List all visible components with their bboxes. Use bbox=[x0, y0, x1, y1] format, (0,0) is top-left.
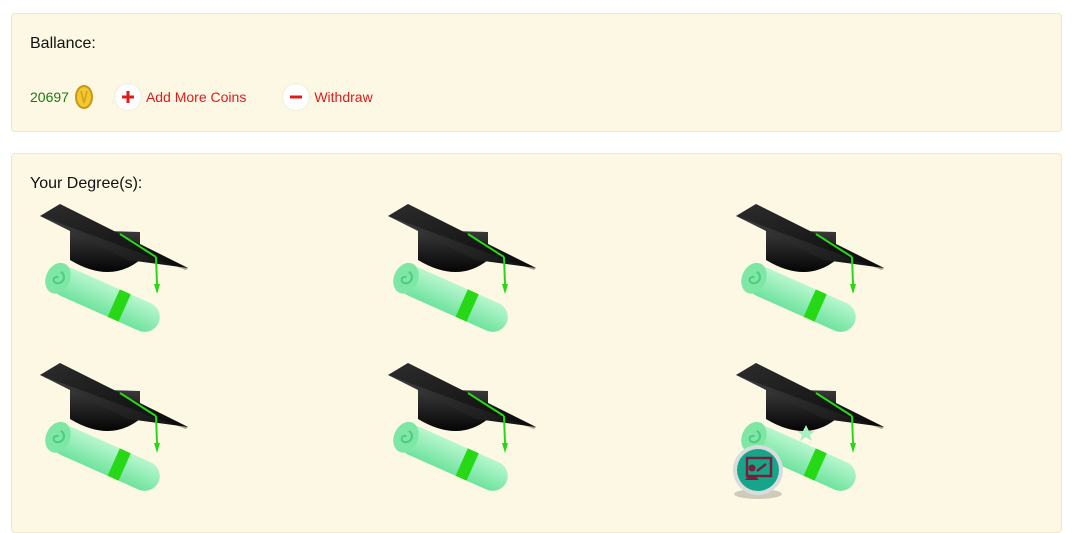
withdraw-button[interactable]: Withdraw bbox=[283, 84, 373, 110]
add-more-coins-label: Add More Coins bbox=[145, 89, 247, 105]
add-more-coins-button[interactable]: Add More Coins bbox=[114, 84, 247, 110]
degrees-panel: Your Degree(s): bbox=[11, 153, 1062, 533]
balance-row: 20697 Add More Coins Withdraw bbox=[30, 82, 373, 112]
teacher-presentation-icon[interactable] bbox=[730, 444, 786, 500]
withdraw-label: Withdraw bbox=[314, 89, 373, 105]
graduation-cap-diploma-icon[interactable] bbox=[388, 361, 538, 491]
coin-amount: 20697 bbox=[30, 89, 69, 105]
degrees-title: Your Degree(s): bbox=[30, 175, 143, 192]
minus-icon bbox=[283, 84, 310, 110]
graduation-cap-diploma-icon[interactable] bbox=[40, 202, 190, 332]
balance-title: Ballance: bbox=[30, 35, 96, 52]
graduation-cap-diploma-icon[interactable] bbox=[736, 202, 886, 332]
plus-icon bbox=[114, 84, 141, 110]
balance-panel: Ballance: 20697 Add More Coins Withdraw bbox=[11, 13, 1062, 132]
gold-coin-icon bbox=[74, 85, 93, 109]
graduation-cap-diploma-icon[interactable] bbox=[40, 361, 190, 491]
graduation-cap-diploma-icon[interactable] bbox=[388, 202, 538, 332]
